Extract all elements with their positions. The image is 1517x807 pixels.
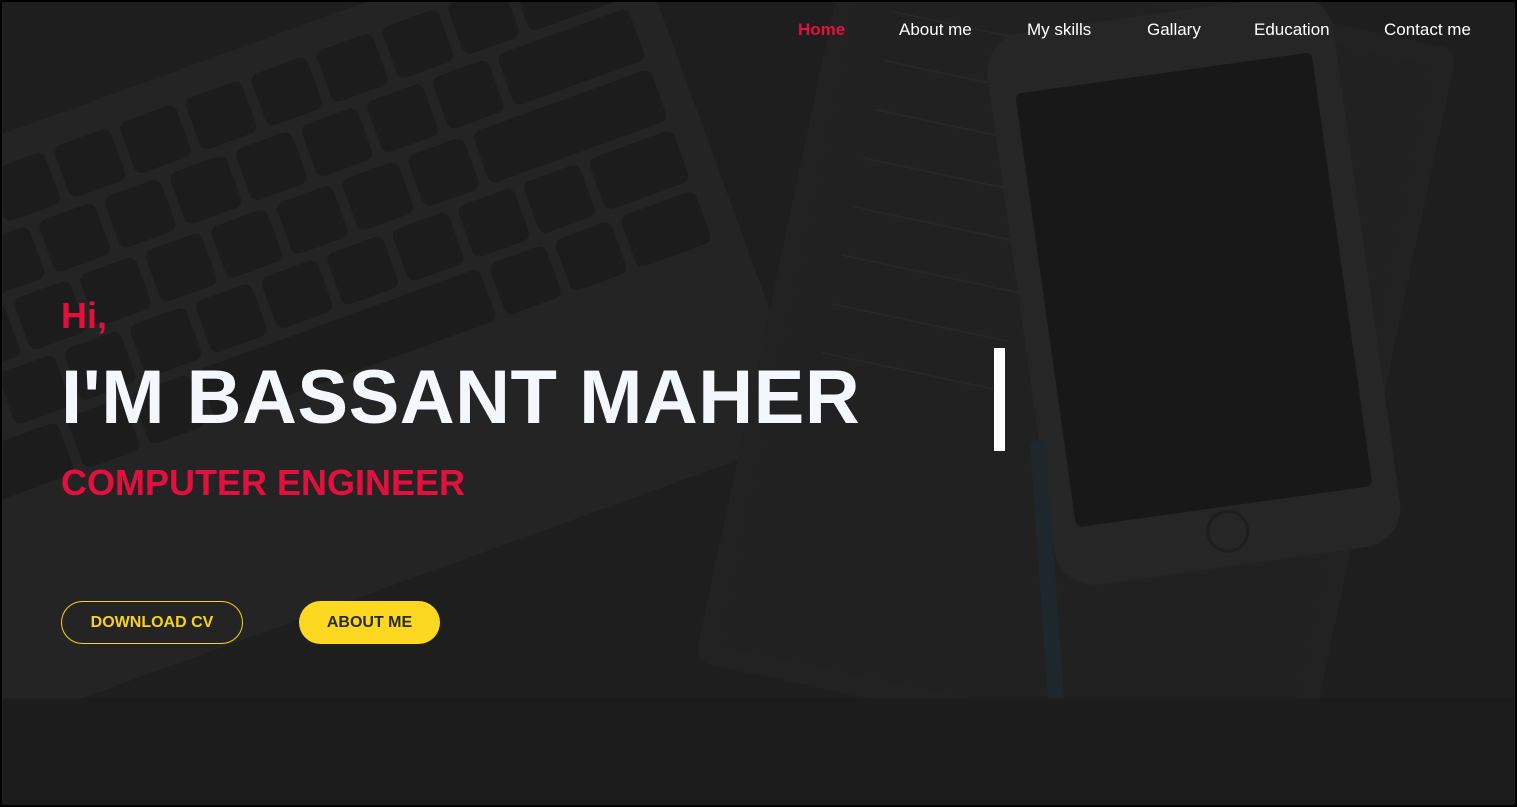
nav-gallary-link[interactable]: Gallary bbox=[1147, 20, 1201, 40]
nav-home-link[interactable]: Home bbox=[798, 20, 845, 40]
nav-about-me-link[interactable]: About me bbox=[899, 20, 972, 40]
download-cv-button[interactable]: DOWNLOAD CV bbox=[61, 601, 243, 644]
hero-name-heading: I'M BASSANT MAHER bbox=[61, 355, 861, 440]
nav-contact-me-link[interactable]: Contact me bbox=[1384, 20, 1471, 40]
hero-role-subtitle: COMPUTER ENGINEER bbox=[61, 462, 466, 503]
about-me-button[interactable]: ABOUT ME bbox=[299, 601, 440, 644]
hero-greeting: Hi, bbox=[61, 295, 108, 336]
nav-education-link[interactable]: Education bbox=[1254, 20, 1330, 40]
nav-my-skills-link[interactable]: My skills bbox=[1027, 20, 1091, 40]
top-navbar: Home About me My skills Gallary Educatio… bbox=[2, 2, 1515, 60]
hero-section: Hi, I'M BASSANT MAHER COMPUTER ENGINEER … bbox=[2, 2, 1515, 805]
page-viewport: Home About me My skills Gallary Educatio… bbox=[0, 0, 1517, 807]
typing-cursor bbox=[994, 348, 1005, 451]
